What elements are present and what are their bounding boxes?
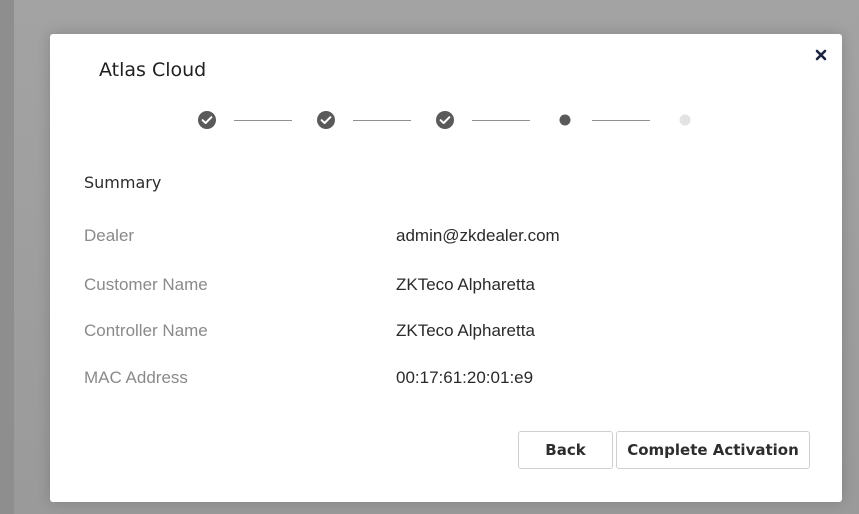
controller-name-value: ZKTeco Alpharetta	[396, 321, 535, 340]
step-5-pending	[673, 108, 697, 132]
close-icon	[815, 49, 827, 61]
close-button[interactable]	[813, 47, 829, 63]
dealer-label: Dealer	[84, 226, 135, 245]
step-3-completed	[433, 108, 457, 132]
step-connector	[353, 119, 411, 121]
step-1-completed	[195, 108, 219, 132]
back-button[interactable]: Back	[518, 431, 613, 469]
customer-name-value: ZKTeco Alpharetta	[396, 275, 535, 294]
step-connector	[234, 119, 292, 121]
summary-heading: Summary	[84, 173, 162, 192]
progress-stepper	[195, 108, 715, 132]
dot-icon	[559, 114, 571, 126]
check-circle-icon	[317, 111, 335, 129]
check-circle-icon	[436, 111, 454, 129]
step-4-active	[553, 108, 577, 132]
dot-icon	[679, 114, 691, 126]
dialog-title: Atlas Cloud	[99, 59, 207, 81]
customer-name-label: Customer Name	[84, 275, 208, 294]
step-connector	[592, 119, 650, 121]
step-2-completed	[314, 108, 338, 132]
activation-dialog: Atlas Cloud Summary Dealer admin@zkdeale…	[50, 34, 842, 502]
controller-name-label: Controller Name	[84, 321, 208, 340]
background-edge	[0, 0, 14, 514]
step-connector	[472, 119, 530, 121]
mac-address-value: 00:17:61:20:01:e9	[396, 368, 534, 387]
dealer-value: admin@zkdealer.com	[396, 226, 560, 245]
mac-address-label: MAC Address	[84, 368, 188, 387]
check-circle-icon	[198, 111, 216, 129]
complete-activation-button[interactable]: Complete Activation	[616, 431, 810, 469]
